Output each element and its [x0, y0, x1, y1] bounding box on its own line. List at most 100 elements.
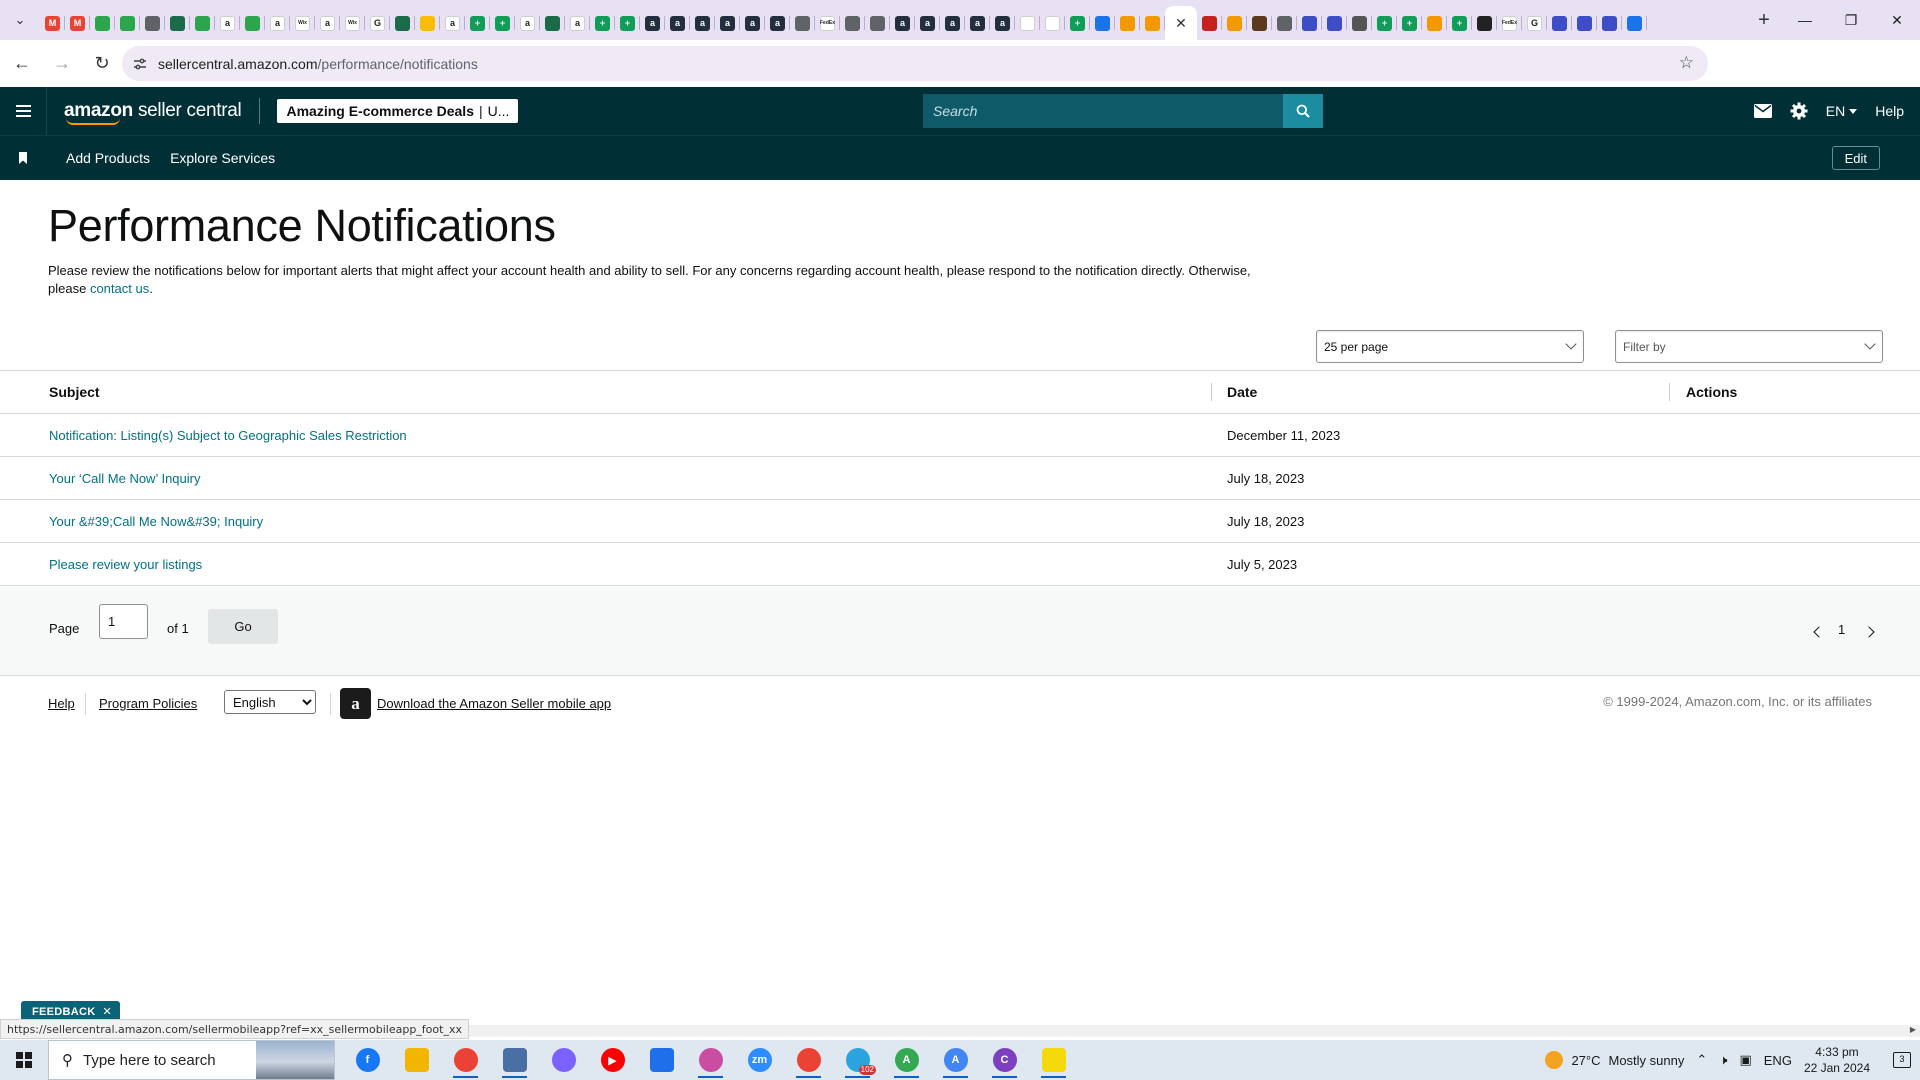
- browser-tab[interactable]: +: [1065, 8, 1090, 38]
- browser-tab[interactable]: G: [1522, 8, 1547, 38]
- column-header-date[interactable]: Date: [1227, 384, 1257, 400]
- taskbar-clock[interactable]: 4:33 pm 22 Jan 2024: [1804, 1044, 1870, 1076]
- notification-subject-link[interactable]: Your &#39;Call Me Now&#39; Inquiry: [49, 514, 263, 529]
- browser-tab[interactable]: [1572, 8, 1597, 38]
- filter-select[interactable]: Filter by: [1615, 330, 1883, 363]
- browser-tab[interactable]: +: [465, 8, 490, 38]
- browser-tab[interactable]: a: [690, 8, 715, 38]
- browser-tab[interactable]: a: [890, 8, 915, 38]
- reload-icon[interactable]: ↻: [84, 46, 120, 82]
- browser-tab[interactable]: [1015, 8, 1040, 38]
- browser-tab[interactable]: a: [315, 8, 340, 38]
- browser-tab[interactable]: a: [990, 8, 1015, 38]
- browser-tab[interactable]: [1197, 8, 1222, 38]
- close-icon[interactable]: ✕: [1175, 15, 1187, 32]
- bookmark-icon[interactable]: [0, 136, 46, 181]
- tab-search-chevron-icon[interactable]: ⌄: [0, 0, 40, 40]
- browser-tab[interactable]: [115, 8, 140, 38]
- browser-tab[interactable]: [790, 8, 815, 38]
- browser-tab[interactable]: [1597, 8, 1622, 38]
- browser-tab[interactable]: a: [640, 8, 665, 38]
- taskbar-app[interactable]: [686, 1040, 735, 1080]
- help-link[interactable]: Help: [1866, 87, 1920, 135]
- restore-icon[interactable]: ❐: [1828, 0, 1874, 40]
- browser-tab[interactable]: +: [1372, 8, 1397, 38]
- browser-tab[interactable]: a: [515, 8, 540, 38]
- language-selector[interactable]: EN: [1817, 87, 1866, 135]
- taskbar-app[interactable]: A: [882, 1040, 931, 1080]
- browser-tab[interactable]: [1472, 8, 1497, 38]
- contact-us-link[interactable]: contact us: [90, 281, 149, 296]
- page-number-link[interactable]: 1: [1838, 622, 1845, 637]
- weather-widget[interactable]: 27°C Mostly sunny: [1545, 1051, 1684, 1069]
- subnav-explore-services[interactable]: Explore Services: [170, 150, 275, 166]
- search-button[interactable]: [1283, 94, 1323, 128]
- address-bar[interactable]: sellercentral.amazon.com/performance/not…: [122, 46, 1708, 81]
- notification-subject-link[interactable]: Notification: Listing(s) Subject to Geog…: [49, 428, 407, 443]
- download-seller-app-link[interactable]: Download the Amazon Seller mobile app: [377, 696, 611, 711]
- edit-nav-button[interactable]: Edit: [1831, 146, 1880, 170]
- browser-tab[interactable]: [240, 8, 265, 38]
- browser-tab[interactable]: +: [1397, 8, 1422, 38]
- browser-tab[interactable]: [1247, 8, 1272, 38]
- network-icon[interactable]: ▣: [1739, 1052, 1751, 1068]
- browser-tab[interactable]: M: [65, 8, 90, 38]
- browser-tab[interactable]: [1272, 8, 1297, 38]
- taskbar-app[interactable]: f: [343, 1040, 392, 1080]
- browser-tab[interactable]: G: [365, 8, 390, 38]
- browser-tab[interactable]: +: [615, 8, 640, 38]
- notification-subject-link[interactable]: Your ‘Call Me Now’ Inquiry: [49, 471, 201, 486]
- browser-tab[interactable]: a: [740, 8, 765, 38]
- browser-tab[interactable]: [1297, 8, 1322, 38]
- taskbar-app[interactable]: [637, 1040, 686, 1080]
- browser-tab[interactable]: [1115, 8, 1140, 38]
- browser-tab[interactable]: [1347, 8, 1372, 38]
- bookmark-star-icon[interactable]: ☆: [1679, 53, 1694, 73]
- browser-tab[interactable]: [415, 8, 440, 38]
- browser-tab[interactable]: a: [565, 8, 590, 38]
- browser-tab[interactable]: [1322, 8, 1347, 38]
- taskbar-app[interactable]: [490, 1040, 539, 1080]
- seller-central-logo[interactable]: amazon seller central: [64, 87, 242, 135]
- browser-tab[interactable]: +: [1447, 8, 1472, 38]
- taskbar-app[interactable]: A: [931, 1040, 980, 1080]
- show-hidden-icons-icon[interactable]: ⌃: [1696, 1052, 1707, 1068]
- browser-tab[interactable]: [865, 8, 890, 38]
- browser-tab[interactable]: a: [440, 8, 465, 38]
- start-button[interactable]: [0, 1040, 48, 1080]
- page-number-input[interactable]: [99, 604, 148, 639]
- notification-center-button[interactable]: 3: [1884, 1040, 1920, 1080]
- taskbar-app[interactable]: C: [980, 1040, 1029, 1080]
- search-input[interactable]: [923, 94, 1283, 128]
- close-window-icon[interactable]: ✕: [1874, 0, 1920, 40]
- browser-tab[interactable]: a: [665, 8, 690, 38]
- browser-tab[interactable]: [1040, 8, 1065, 38]
- taskbar-app[interactable]: [441, 1040, 490, 1080]
- browser-tab[interactable]: [1422, 8, 1447, 38]
- taskbar-app[interactable]: [392, 1040, 441, 1080]
- browser-tab[interactable]: [1090, 8, 1115, 38]
- browser-tab[interactable]: [1140, 8, 1165, 38]
- browser-tab[interactable]: [140, 8, 165, 38]
- browser-tab[interactable]: [390, 8, 415, 38]
- footer-program-policies-link[interactable]: Program Policies: [99, 696, 197, 711]
- footer-language-select[interactable]: English: [224, 690, 316, 714]
- taskbar-app[interactable]: [1029, 1040, 1078, 1080]
- input-language[interactable]: ENG: [1764, 1053, 1792, 1068]
- browser-tab[interactable]: a: [765, 8, 790, 38]
- previous-page-button[interactable]: [1812, 625, 1826, 639]
- browser-tab[interactable]: [540, 8, 565, 38]
- footer-help-link[interactable]: Help: [48, 696, 75, 711]
- taskbar-search[interactable]: ⚲ Type here to search: [48, 1040, 335, 1080]
- messages-button[interactable]: [1745, 87, 1781, 135]
- browser-tab[interactable]: FedEx: [1497, 8, 1522, 38]
- browser-tab[interactable]: a: [265, 8, 290, 38]
- browser-tab[interactable]: [90, 8, 115, 38]
- store-switcher[interactable]: Amazing E-commerce Deals | U...: [277, 99, 519, 123]
- column-header-subject[interactable]: Subject: [49, 384, 100, 400]
- browser-tab[interactable]: Wix: [290, 8, 315, 38]
- browser-tab[interactable]: a: [940, 8, 965, 38]
- taskbar-app[interactable]: 102: [833, 1040, 882, 1080]
- browser-tab[interactable]: a: [915, 8, 940, 38]
- next-page-button[interactable]: [1862, 625, 1876, 639]
